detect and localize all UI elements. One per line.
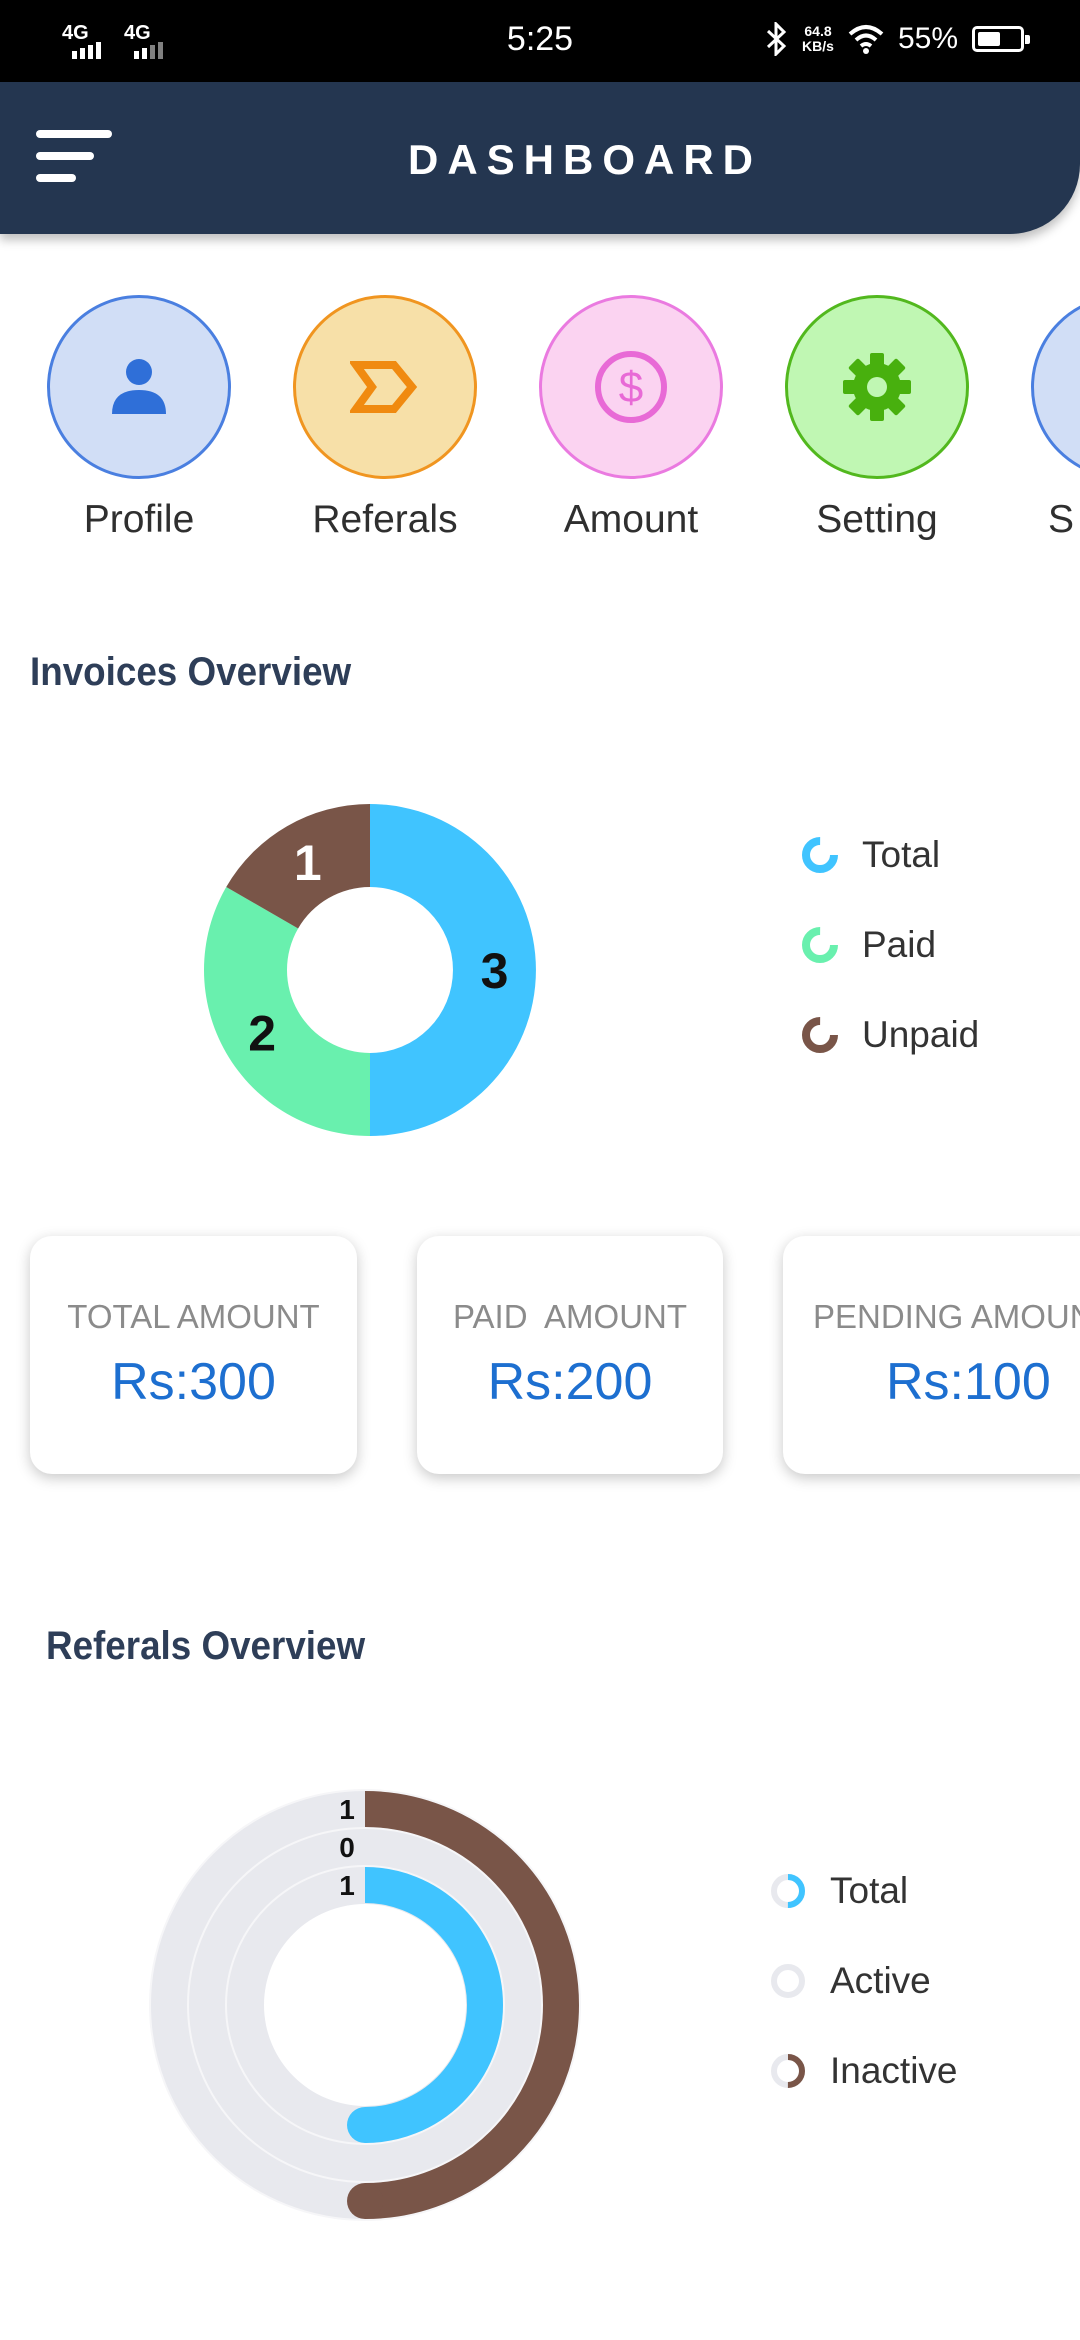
partial-circle[interactable] — [1031, 295, 1080, 479]
quick-action-referals[interactable]: Referals — [290, 292, 480, 552]
quick-action-label: Amount — [563, 498, 699, 541]
battery-icon — [972, 26, 1030, 52]
card-label: TOTAL AMOUNT — [67, 1298, 320, 1335]
dollar-icon: $ — [595, 351, 667, 423]
card-label: PENDING AMOUNT — [813, 1298, 1080, 1335]
pending-amount-card[interactable]: PENDING AMOUNT Rs:100 — [783, 1236, 1080, 1474]
legend-swatch-icon — [771, 1964, 805, 1998]
card-value: Rs:100 — [886, 1353, 1051, 1411]
wifi-icon — [848, 25, 884, 54]
legend-item-active: Active — [770, 1960, 931, 2002]
radial-data-label: 0 — [339, 1832, 355, 1863]
card-value: Rs:200 — [487, 1353, 653, 1411]
legend-item-total: Total — [770, 1870, 908, 1912]
status-icons: 64.8 KB/s 55% — [766, 22, 1030, 56]
legend-item-total: Total — [802, 834, 940, 876]
app-header: DASHBOARD — [0, 82, 1080, 234]
legend-swatch-icon — [771, 2054, 805, 2088]
page-title: DASHBOARD — [408, 136, 762, 183]
legend-item-paid: Paid — [802, 924, 936, 966]
quick-action-amount[interactable]: $ Amount — [536, 292, 726, 552]
referals-overview-title: Referals Overview — [46, 1624, 366, 1668]
quick-action-label: Profile — [83, 498, 195, 541]
app-root: 4G 4G 5:25 64.8 KB/s 55% DASHBOARD Profi… — [0, 0, 1080, 2340]
radial-data-label: 1 — [339, 1794, 355, 1825]
legend-item-unpaid: Unpaid — [802, 1014, 979, 1056]
radial-bar-cap — [347, 2107, 383, 2143]
setting-circle[interactable] — [785, 295, 969, 479]
legend-label: Active — [830, 1960, 931, 2001]
quick-action-profile[interactable]: Profile — [44, 292, 234, 552]
speed-value: 64.8 — [804, 23, 832, 39]
person-icon — [112, 359, 166, 414]
profile-circle[interactable] — [47, 295, 231, 479]
donut-data-label: 3 — [481, 943, 509, 999]
radial-bar-cap — [347, 2183, 383, 2219]
battery-percent: 55% — [897, 22, 958, 55]
card-value: Rs:300 — [111, 1353, 276, 1411]
legend-label: Paid — [862, 924, 937, 965]
paid-amount-card[interactable]: PAID AMOUNT Rs:200 — [417, 1236, 723, 1474]
radial-data-label: 1 — [339, 1870, 355, 1901]
radial-hole — [264, 1904, 466, 2106]
donut-data-label: 1 — [294, 835, 322, 891]
battery-fill — [978, 32, 1000, 46]
chevron-tag-icon — [350, 361, 418, 413]
speed-unit: KB/s — [802, 38, 834, 54]
referals-circle[interactable] — [293, 295, 477, 479]
status-bar: 4G 4G 5:25 64.8 KB/s 55% — [0, 0, 1080, 82]
donut-slice-total[interactable] — [370, 804, 536, 1136]
legend-item-inactive: Inactive — [770, 2050, 958, 2092]
legend-swatch-icon — [802, 837, 838, 873]
quick-action-label: Referals — [312, 498, 458, 541]
card-label: PAID AMOUNT — [452, 1298, 688, 1335]
invoices-donut-chart: 3 2 1 — [203, 804, 536, 1136]
donut-data-label: 2 — [248, 1005, 276, 1061]
svg-text:$: $ — [619, 363, 643, 412]
amount-circle[interactable]: $ — [539, 295, 723, 479]
legend-swatch-icon — [771, 1874, 805, 1908]
donut-slice-paid[interactable] — [203, 887, 370, 1136]
legend-swatch-icon — [802, 1017, 838, 1053]
legend-label: Unpaid — [862, 1014, 980, 1055]
legend-label: Total — [862, 834, 941, 875]
quick-actions-row: Profile Referals $ Amount Setting S — [0, 292, 1080, 552]
quick-action-partial[interactable]: S — [1028, 292, 1080, 552]
legend-swatch-icon — [802, 927, 838, 963]
gear-icon — [843, 353, 911, 421]
legend-label: Total — [830, 1870, 909, 1911]
network-speed: 64.8 KB/s — [802, 24, 834, 54]
invoices-overview-title: Invoices Overview — [30, 650, 352, 694]
total-amount-card[interactable]: TOTAL AMOUNT Rs:300 — [30, 1236, 357, 1474]
bluetooth-icon — [767, 22, 787, 56]
legend-label: Inactive — [830, 2050, 958, 2091]
quick-action-label: S — [1047, 498, 1074, 541]
referals-radial-chart: 1 0 1 — [149, 1789, 581, 2221]
